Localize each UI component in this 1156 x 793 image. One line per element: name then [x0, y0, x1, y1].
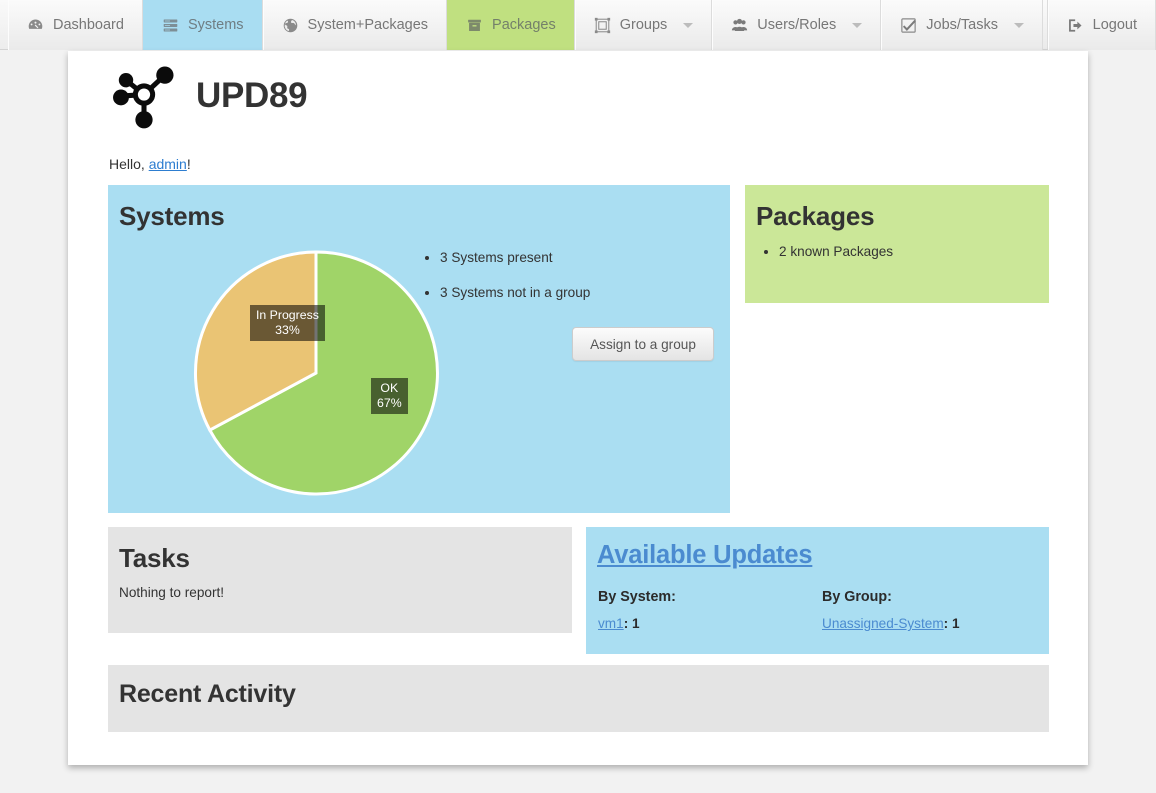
updates-separator: : — [943, 616, 952, 631]
updates-separator: : — [623, 616, 632, 631]
nav-tab-groups[interactable]: Groups — [574, 0, 713, 50]
page-title: UPD89 — [196, 76, 308, 115]
nav-tab-label: Dashboard — [53, 17, 124, 33]
nav-tab-systems[interactable]: Systems — [142, 0, 263, 50]
nav-tab-label: Jobs/Tasks — [926, 17, 998, 33]
greeting-user-link[interactable]: admin — [149, 156, 187, 172]
users-icon — [731, 17, 748, 34]
systems-panel: Systems In Progress 33% OK 67% 3 Systems… — [108, 185, 730, 513]
systems-bullet-list: 3 Systems present 3 Systems not in a gro… — [418, 248, 688, 319]
pie-label-ok-value: 67% — [377, 396, 402, 410]
nav-tab-label: System+Packages — [307, 17, 429, 33]
list-item: 3 Systems present — [440, 248, 688, 268]
check-square-icon — [900, 17, 917, 34]
nav-tab-label: Systems — [187, 17, 244, 33]
dashboard-icon — [27, 17, 44, 34]
network-nodes-logo — [108, 60, 180, 132]
recent-activity-title: Recent Activity — [119, 680, 296, 708]
updates-group-link[interactable]: Unassigned-System — [822, 616, 944, 631]
pie-label-in-progress-value: 33% — [275, 323, 300, 337]
pie-label-in-progress: In Progress 33% — [250, 305, 325, 341]
available-updates-panel: Available Updates By System: vm1: 1 By G… — [586, 527, 1049, 654]
nav-logout-label: Logout — [1092, 17, 1137, 33]
updates-count: 1 — [951, 616, 960, 631]
brand: UPD89 — [108, 60, 308, 132]
chevron-down-icon[interactable] — [683, 22, 694, 28]
packages-bullet-list: 2 known Packages — [757, 242, 1027, 262]
list-item: 2 known Packages — [779, 242, 1027, 262]
pie-svg — [194, 250, 439, 496]
greeting-prefix: Hello, — [109, 156, 149, 172]
pie-label-ok-name: OK — [380, 381, 399, 395]
updates-by-system-column: By System: vm1: 1 — [598, 589, 676, 631]
systems-panel-title: Systems — [119, 201, 225, 231]
globe-icon — [282, 17, 299, 34]
updates-count: 1 — [632, 616, 640, 631]
pie-label-ok: OK 67% — [371, 378, 408, 414]
tasks-panel: Tasks Nothing to report! — [108, 527, 572, 633]
systems-pie-chart: In Progress 33% OK 67% — [191, 248, 441, 498]
updates-by-group-heading: By Group: — [822, 589, 892, 605]
chevron-down-icon[interactable] — [1013, 22, 1024, 28]
nav-tab-packages[interactable]: Packages — [447, 0, 575, 50]
archive-box-icon — [466, 17, 483, 34]
pie-label-in-progress-name: In Progress — [256, 308, 319, 322]
nav-tab-label: Users/Roles — [757, 17, 837, 33]
chevron-down-icon[interactable] — [852, 22, 863, 28]
tasks-panel-title: Tasks — [119, 543, 190, 573]
nav-tab-system-packages[interactable]: System+Packages — [262, 0, 448, 50]
assign-to-group-button[interactable]: Assign to a group — [572, 327, 714, 361]
greeting-suffix: ! — [186, 156, 191, 172]
tasks-panel-body: Nothing to report! — [119, 585, 225, 600]
sign-out-icon — [1067, 17, 1084, 34]
list-item: Unassigned-System: 1 — [822, 616, 960, 631]
nav-tab-users-roles[interactable]: Users/Roles — [712, 0, 882, 50]
greeting: Hello, admin! — [109, 156, 191, 172]
packages-panel-title: Packages — [756, 201, 875, 231]
page-container: UPD89 Hello, admin! Systems In Progress … — [68, 51, 1088, 765]
nav-tab-jobs-tasks[interactable]: Jobs/Tasks — [881, 0, 1043, 50]
updates-by-group-column: By Group: Unassigned-System: 1 — [822, 589, 960, 631]
nav-logout-button[interactable]: Logout — [1047, 0, 1156, 50]
list-item: 3 Systems not in a group — [440, 283, 688, 303]
server-icon — [162, 17, 179, 34]
available-updates-title-link[interactable]: Available Updates — [597, 541, 813, 570]
list-item: vm1: 1 — [598, 616, 676, 631]
recent-activity-panel: Recent Activity — [108, 665, 1049, 732]
nav-tab-label: Groups — [619, 17, 668, 33]
updates-by-system-heading: By System: — [598, 589, 676, 605]
nav-tab-label: Packages — [492, 17, 556, 33]
nav-tab-dashboard[interactable]: Dashboard — [8, 0, 143, 50]
object-group-icon — [594, 17, 611, 34]
packages-panel: Packages 2 known Packages — [745, 185, 1049, 303]
nav-left-spacer — [0, 0, 8, 49]
main-navigation: Dashboard Systems System+Packages Packag… — [0, 0, 1156, 50]
updates-system-link[interactable]: vm1 — [598, 616, 624, 631]
